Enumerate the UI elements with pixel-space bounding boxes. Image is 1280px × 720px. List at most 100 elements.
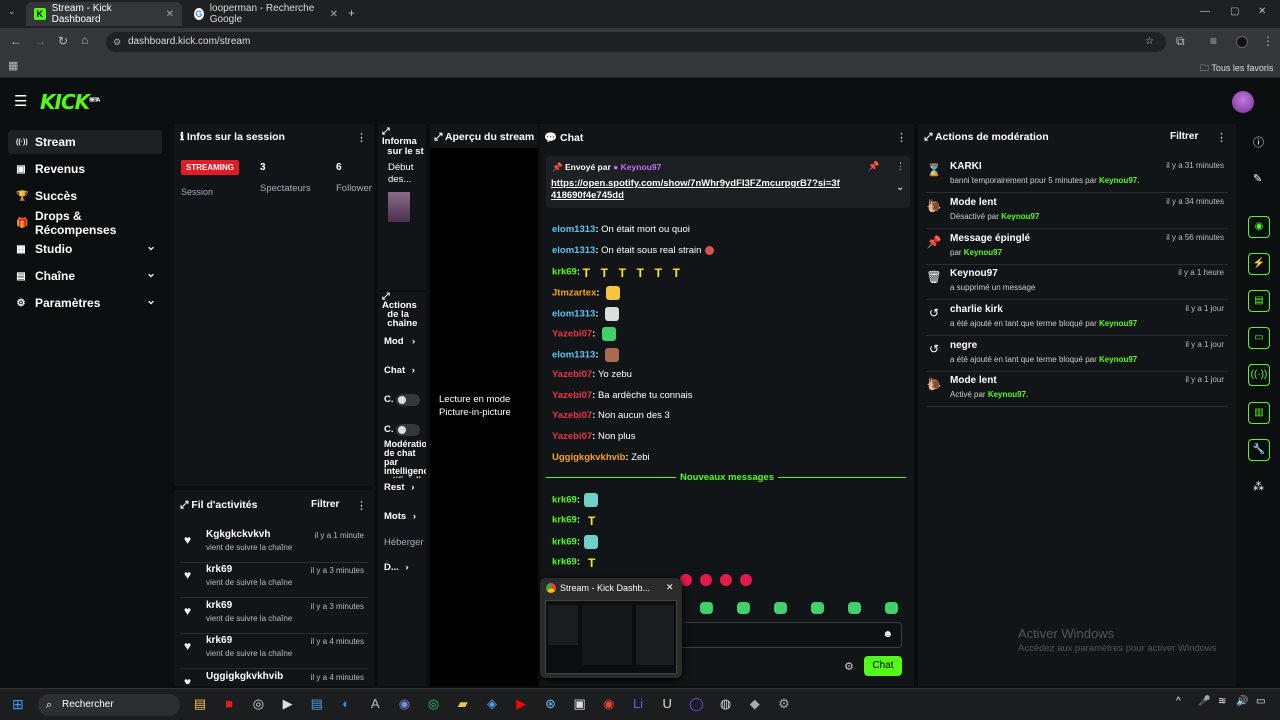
user-avatar[interactable] — [1232, 91, 1254, 113]
emote-icon[interactable] — [848, 602, 861, 614]
chat-username[interactable]: krk69 — [552, 557, 577, 568]
sidebar-item-drops-récompenses[interactable]: 🎁 Drops & Récompenses — [8, 209, 162, 237]
chrome-icon[interactable]: ◉ — [600, 696, 618, 712]
chat-username[interactable]: krk69 — [552, 537, 577, 548]
more-options-icon[interactable]: ⋮ — [896, 161, 905, 172]
emote-icon[interactable] — [737, 602, 750, 614]
close-window-icon[interactable]: ✕ — [1258, 6, 1266, 17]
chat-icon[interactable]: ▭ — [1248, 327, 1270, 349]
browser-menu-icon[interactable]: ⋮ — [1262, 34, 1274, 48]
moderator-name[interactable]: Keynou97 — [964, 248, 1002, 257]
moderation-item[interactable]: ⌛ KARKI banni temporairement pour 5 minute… — [926, 161, 1226, 189]
wifi-icon[interactable]: ≋ — [1218, 696, 1226, 707]
tab-search-icon[interactable]: ⌄ — [8, 6, 16, 17]
new-tab-icon[interactable]: + — [348, 6, 355, 20]
layout-icon[interactable]: ▥ — [1248, 402, 1270, 424]
home-icon[interactable]: ⌂ — [81, 33, 88, 47]
moderation-item[interactable]: ↺ negre a été ajouté en tant que terme blo… — [926, 340, 1226, 368]
ai-moderation-label[interactable]: Modération de chat par intelligence arti… — [384, 440, 426, 478]
chat-username[interactable]: Yazebi07 — [552, 410, 592, 421]
action-chat[interactable]: Chat › — [384, 365, 415, 376]
chat-username[interactable]: elom1313 — [552, 309, 595, 320]
emote-icon[interactable] — [774, 602, 787, 614]
github-icon[interactable]: ◍ — [717, 696, 735, 712]
activity-item[interactable]: ♥ krk69 vient de suivre la chaîne il y a 3 … — [184, 600, 366, 630]
tray-chevron-icon[interactable]: ^ — [1176, 696, 1181, 707]
close-thumbnail-icon[interactable]: ✕ — [666, 582, 674, 593]
send-chat-button[interactable]: Chat — [864, 656, 902, 676]
chat-message[interactable]: krk69: — [552, 493, 599, 507]
site-info-icon[interactable]: ⚙ — [113, 32, 121, 52]
more-options-icon[interactable]: ⋮ — [1216, 131, 1227, 144]
chat-message[interactable]: krk69: T — [552, 556, 606, 570]
action-restrict[interactable]: Rest › — [384, 482, 414, 493]
moderation-item[interactable]: 📌 Message épinglé par Keynou97 il y a 56 mi… — [926, 233, 1226, 261]
bookmark-star-icon[interactable]: ☆ — [1145, 32, 1154, 52]
chat-message[interactable]: krk69: — [552, 535, 599, 549]
expand-icon[interactable]: ⤢ — [924, 131, 932, 143]
wrench-icon[interactable]: 🔧 — [1248, 439, 1270, 461]
file-explorer-icon[interactable]: ▤ — [191, 696, 209, 712]
font-icon[interactable]: A — [366, 696, 384, 711]
notepad-icon[interactable]: ▤ — [308, 696, 326, 712]
sidebar-item-chaîne[interactable]: ▤ Chaîne ⌄ — [8, 264, 162, 288]
activity-item[interactable]: ♥ Uggigkgkvkhvib il y a 4 minutes — [184, 671, 366, 684]
activity-item[interactable]: ♥ krk69 vient de suivre la chaîne il y a 4 … — [184, 635, 366, 665]
chat-message[interactable]: elom1313: — [552, 307, 620, 321]
moderator-name[interactable]: Keynou97 — [1099, 319, 1137, 328]
chat-message[interactable]: Yazebi07: Non plus — [552, 431, 635, 442]
chat-username[interactable]: Yazebi07 — [552, 369, 592, 380]
sidebar-item-succès[interactable]: 🏆 Succès — [8, 184, 162, 208]
windows-start-icon[interactable]: ⊞ — [12, 696, 24, 713]
chat-username[interactable]: elom1313 — [552, 245, 595, 256]
emote-icon[interactable] — [720, 574, 732, 586]
close-tab-icon[interactable]: ✕ — [330, 9, 338, 20]
extensions-icon[interactable]: ⧉ — [1176, 34, 1185, 49]
activity-item[interactable]: ♥ krk69 vient de suivre la chaîne il y a 3 … — [184, 564, 366, 594]
app-icon[interactable]: ■ — [220, 696, 238, 711]
expand-icon[interactable]: ⤢ — [434, 131, 442, 143]
close-tab-icon[interactable]: ✕ — [166, 9, 174, 20]
obs-icon[interactable]: ◯ — [687, 696, 705, 712]
moderation-item[interactable]: ↺ charlie kirk a été ajouté en tant que te… — [926, 304, 1226, 332]
live-icon[interactable]: Li — [629, 696, 647, 711]
steam-like-icon[interactable]: ◎ — [249, 696, 267, 712]
settings-icon[interactable]: ⚙ — [775, 696, 793, 712]
moderator-name[interactable]: Keynou97 — [1099, 355, 1137, 364]
lightning-icon[interactable]: ⚡ — [1248, 253, 1270, 275]
reload-icon[interactable]: ↻ — [58, 34, 68, 48]
hamburger-menu-icon[interactable]: ☰ — [14, 92, 27, 110]
forward-icon[interactable]: → — [34, 34, 46, 48]
back-icon[interactable]: ← — [10, 34, 22, 48]
action-host[interactable]: Héberger — [384, 537, 424, 548]
taskbar-search[interactable]: ⌕ Rechercher — [38, 694, 180, 716]
chat-message[interactable]: Yazebi07: Ba ardèche tu connais — [552, 390, 693, 401]
sidebar-item-revenus[interactable]: ▣ Revenus — [8, 157, 162, 181]
chat-message[interactable]: Yazebi07: Non aucun des 3 — [552, 410, 670, 421]
moderator-name[interactable]: Keynou97. — [988, 390, 1028, 399]
kick-logo[interactable]: KICKBETA — [40, 90, 100, 114]
action-mod[interactable]: Mod › — [384, 336, 415, 347]
moderation-item[interactable]: 🗑 Keynou97 a supprimé un message il y a 1 … — [926, 268, 1226, 296]
toggle-c2[interactable] — [396, 424, 420, 436]
file-icon[interactable]: ▤ — [1248, 290, 1270, 312]
action-words[interactable]: Mots › — [384, 511, 416, 522]
chat-message[interactable]: Yazebi07: Yo zebu — [552, 369, 632, 380]
edit-icon[interactable]: ✎ — [1253, 172, 1262, 185]
emoji-picker-icon[interactable]: ☻ — [882, 629, 893, 640]
sidebar-item-stream[interactable]: ((·)) Stream — [8, 130, 162, 154]
folder-icon[interactable]: ▰ — [454, 696, 472, 712]
app-icon[interactable]: ▣ — [571, 696, 589, 712]
chat-message[interactable]: Yazebi07: — [552, 327, 616, 341]
chat-username[interactable]: krk69 — [552, 267, 577, 278]
chat-username[interactable]: Yazebi07 — [552, 329, 592, 340]
emote-icon[interactable] — [700, 602, 713, 614]
chat-input[interactable]: ☻ — [670, 622, 902, 648]
chat-username[interactable]: krk69 — [552, 515, 577, 526]
media-icon[interactable]: ≡ — [1210, 34, 1217, 48]
edge-icon[interactable]: ◐ — [337, 696, 355, 711]
sidebar-item-paramètres[interactable]: ⚙ Paramètres ⌄ — [8, 291, 162, 315]
unreal-icon[interactable]: U — [658, 696, 676, 711]
moderation-item[interactable]: 🐌 Mode lent Désactivé par Keynou97 il y a 3… — [926, 197, 1226, 225]
chat-message[interactable]: elom1313: On était mort ou quoi — [552, 224, 690, 235]
